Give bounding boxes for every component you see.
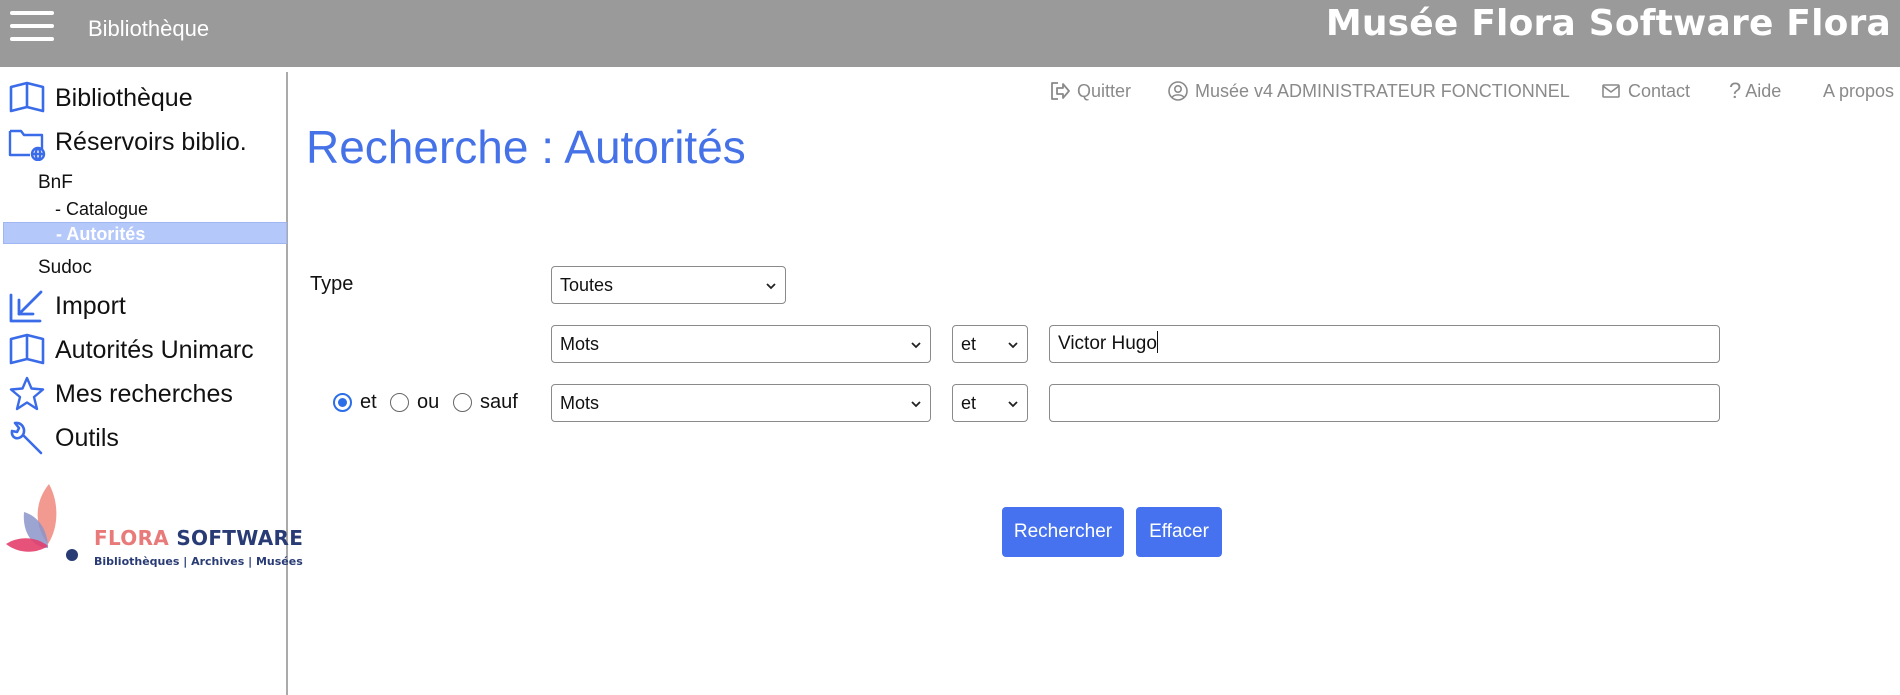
- page-title: Recherche : Autorités: [306, 121, 746, 173]
- sidebar-item-label: Bibliothèque: [55, 83, 193, 112]
- chevron-down-icon: [911, 342, 921, 349]
- type-label: Type: [310, 273, 354, 295]
- field-select-row2[interactable]: Mots: [551, 384, 931, 422]
- current-section-label: Bibliothèque: [88, 16, 210, 41]
- reservoir-bnf[interactable]: BnF: [38, 172, 73, 194]
- sidebar-item-label: Mes recherches: [55, 379, 233, 408]
- radio-label: ou: [417, 391, 440, 413]
- quit-link[interactable]: Quitter: [1049, 79, 1131, 103]
- sidebar-item-label: Réservoirs biblio.: [55, 127, 247, 156]
- sidebar-item-mes-recherches[interactable]: Mes recherches: [8, 374, 233, 414]
- help-link[interactable]: ? Aide: [1729, 78, 1782, 103]
- radio-button[interactable]: [453, 393, 472, 412]
- sidebar-item-import[interactable]: Import: [8, 286, 126, 326]
- import-arrow-icon: [9, 290, 43, 323]
- contact-link[interactable]: Contact: [1600, 79, 1690, 103]
- search-input-row1[interactable]: Victor Hugo: [1049, 325, 1720, 363]
- hamburger-menu-icon[interactable]: [10, 11, 54, 41]
- reservoir-bnf-autorites[interactable]: - Autorités: [3, 222, 287, 244]
- sidebar-item-bibliotheque[interactable]: Bibliothèque: [8, 78, 193, 118]
- clear-button[interactable]: Effacer: [1136, 507, 1222, 557]
- top-bar: Bibliothèque Musée Flora Software Flora: [0, 0, 1900, 67]
- sidebar-item-label: Import: [55, 291, 126, 320]
- radio-label: sauf: [480, 391, 518, 413]
- contact-label: Contact: [1628, 80, 1691, 101]
- reservoir-bnf-catalogue[interactable]: - Catalogue: [3, 198, 287, 220]
- user-account-link[interactable]: Musée v4 ADMINISTRATEUR FONCTIONNEL: [1167, 79, 1570, 103]
- sidebar: Bibliothèque Réservoirs biblio. BnF - Ca…: [0, 72, 303, 695]
- type-select[interactable]: Toutes: [551, 266, 786, 304]
- flora-flower-icon: [6, 484, 78, 561]
- sidebar-item-label: Outils: [55, 423, 119, 452]
- radio-label: et: [360, 391, 377, 413]
- boolean-radio-sauf[interactable]: sauf: [453, 391, 518, 414]
- user-label: Musée v4 ADMINISTRATEUR FONCTIONNEL: [1195, 80, 1570, 101]
- chevron-down-icon: [1008, 401, 1018, 408]
- folder-globe-icon: [8, 129, 46, 161]
- sidebar-item-reservoirs[interactable]: Réservoirs biblio.: [8, 122, 247, 162]
- about-link[interactable]: A propos: [1823, 79, 1894, 103]
- chevron-down-icon: [911, 401, 921, 408]
- flora-software-logo: FLORA SOFTWARE Bibliothèques | Archives …: [4, 482, 303, 572]
- logo-wordmark: FLORA SOFTWARE: [94, 526, 304, 550]
- boolean-radio-ou[interactable]: ou: [390, 391, 439, 414]
- help-label: Aide: [1745, 80, 1782, 101]
- envelope-icon: [1602, 84, 1620, 98]
- search-input-row2[interactable]: [1049, 384, 1720, 422]
- logout-icon: [1051, 82, 1070, 100]
- operator-select-row1[interactable]: et: [952, 325, 1028, 363]
- operator-select-row2[interactable]: et: [952, 384, 1028, 422]
- field-select-row1[interactable]: Mots: [551, 325, 931, 363]
- sidebar-item-label: Autorités Unimarc: [55, 335, 254, 364]
- quit-label: Quitter: [1077, 80, 1132, 101]
- radio-button[interactable]: [333, 393, 352, 412]
- question-mark-icon: ?: [1729, 78, 1742, 103]
- app-title: Musée Flora Software Flora: [1325, 3, 1891, 44]
- chevron-down-icon: [766, 283, 776, 290]
- about-label: A propos: [1823, 80, 1895, 101]
- chevron-down-icon: [1008, 342, 1018, 349]
- open-book-icon: [9, 333, 45, 365]
- boolean-radio-et[interactable]: et: [333, 391, 377, 414]
- open-book-icon: [9, 81, 45, 113]
- star-icon: [9, 376, 45, 411]
- search-button[interactable]: Rechercher: [1002, 507, 1124, 557]
- sidebar-item-autorites-unimarc[interactable]: Autorités Unimarc: [8, 330, 254, 370]
- wrench-icon: [10, 421, 43, 455]
- reservoir-sudoc[interactable]: Sudoc: [38, 257, 92, 279]
- sidebar-item-outils[interactable]: Outils: [8, 418, 119, 458]
- radio-button[interactable]: [390, 393, 409, 412]
- logo-tagline: Bibliothèques | Archives | Musées: [94, 555, 303, 568]
- user-circle-icon: [1168, 81, 1188, 101]
